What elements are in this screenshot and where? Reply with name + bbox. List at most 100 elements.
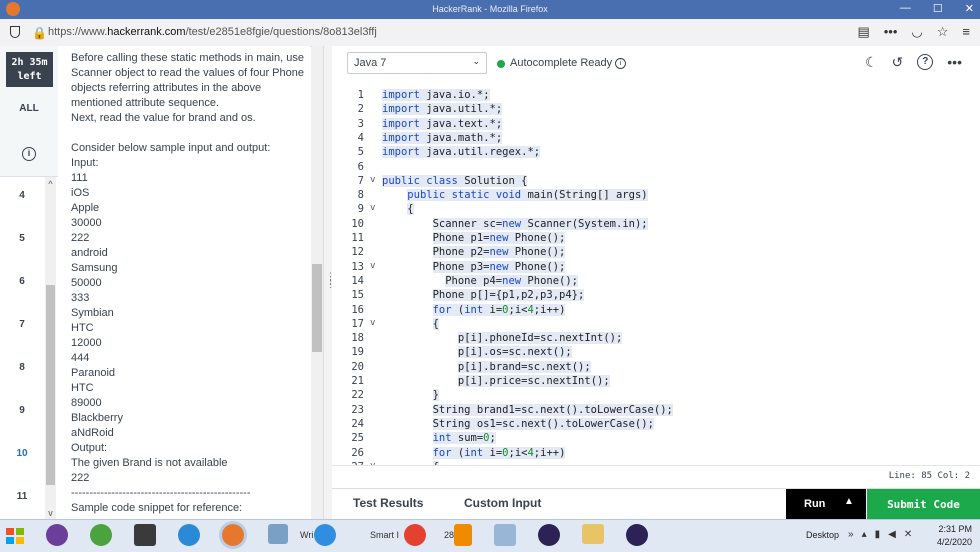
theme-moon-icon[interactable]: ☾ bbox=[865, 54, 878, 71]
file-explorer-icon[interactable] bbox=[582, 524, 604, 544]
eclipse-icon[interactable] bbox=[538, 524, 560, 546]
scroll-up-icon[interactable]: ^ bbox=[45, 179, 56, 189]
time-left: 2h 35m left bbox=[6, 52, 53, 87]
maximize-button[interactable]: ☐ bbox=[933, 2, 943, 15]
snipping-tool-icon[interactable] bbox=[494, 524, 516, 546]
problem-line: 444 bbox=[71, 352, 90, 364]
menu-icon[interactable]: ≡ bbox=[962, 24, 970, 40]
scrollbar-thumb[interactable] bbox=[46, 285, 55, 485]
question-item[interactable]: 8 bbox=[0, 362, 44, 373]
network-icon[interactable]: ▮ bbox=[875, 529, 881, 540]
pane-resize-handle[interactable]: ⋮ ⋮ ⋮ bbox=[323, 46, 335, 519]
code-line[interactable]: 9v { bbox=[332, 203, 980, 217]
code-line[interactable]: 23 String brand1=sc.next().toLowerCase()… bbox=[332, 403, 980, 418]
more-icon[interactable]: ••• bbox=[884, 24, 898, 40]
code-editor[interactable]: 1 import java.io.*; 2 import java.util.*; 3 i… bbox=[332, 82, 980, 465]
start-orb-icon[interactable] bbox=[4, 526, 26, 546]
scroll-down-icon[interactable]: v bbox=[45, 508, 56, 518]
action-center-icon[interactable]: ✕ bbox=[904, 529, 912, 540]
utorrent-icon[interactable] bbox=[90, 524, 112, 546]
taskbar-smart-label[interactable]: Smart I bbox=[370, 530, 399, 540]
tray-expand-icon[interactable]: » bbox=[848, 529, 854, 540]
folder-icon[interactable] bbox=[268, 524, 288, 544]
code-line[interactable]: 13 v Phone p3=new Phone(); bbox=[332, 260, 980, 275]
problem-scrollbar[interactable] bbox=[311, 46, 323, 519]
eclipse-2-icon[interactable] bbox=[626, 524, 648, 546]
firefox-icon[interactable] bbox=[222, 524, 244, 546]
lock-icon[interactable]: 🔒 bbox=[32, 26, 47, 40]
sublime-text-icon[interactable] bbox=[134, 524, 156, 546]
minimize-button[interactable]: — bbox=[900, 2, 911, 15]
question-item[interactable]: 6 bbox=[0, 276, 44, 287]
question-item[interactable]: 7 bbox=[0, 319, 44, 330]
problem-scrollbar-thumb[interactable] bbox=[312, 264, 322, 352]
code-line[interactable]: 18 p[i].phoneId=sc.nextInt(); bbox=[332, 332, 980, 346]
question-item[interactable]: 9 bbox=[0, 405, 44, 416]
code-line[interactable]: 6 bbox=[332, 161, 980, 175]
reader-icon[interactable]: ▤ bbox=[857, 24, 869, 40]
internet-explorer-icon[interactable] bbox=[178, 524, 200, 546]
fold-chevron-icon[interactable]: v bbox=[370, 203, 375, 213]
close-window-button[interactable]: ✕ bbox=[965, 2, 974, 15]
code-token: Scanner bbox=[527, 217, 572, 230]
question-list-scrollbar[interactable]: ^ v bbox=[45, 177, 56, 520]
url-bar[interactable]: 🔒 https://www.hackerrank.com/test/e2851e… bbox=[0, 19, 980, 47]
vlc-icon[interactable] bbox=[454, 524, 472, 546]
reset-history-icon[interactable]: ↺ bbox=[892, 54, 904, 71]
question-item[interactable]: 11 bbox=[0, 491, 44, 502]
code-line[interactable]: 26 for (int i=0;i<4;i++) bbox=[332, 446, 980, 461]
run-button[interactable]: Run ▲ bbox=[786, 489, 866, 520]
sync-icon[interactable] bbox=[314, 524, 336, 546]
language-select[interactable]: Java 7 ⌄ bbox=[347, 52, 487, 74]
code-line[interactable]: 14 Phone p4=new Phone(); bbox=[332, 274, 980, 289]
chevron-up-icon[interactable]: ▲ bbox=[844, 496, 854, 507]
code-line[interactable]: 22 } bbox=[332, 389, 980, 403]
bookmark-star-icon[interactable]: ☆ bbox=[937, 24, 949, 40]
code-line[interactable]: 19 p[i].os=sc.next(); bbox=[332, 346, 980, 360]
submit-code-button[interactable]: Submit Code bbox=[867, 489, 980, 520]
code-line[interactable]: 1 import java.io.*; bbox=[332, 89, 980, 103]
code-line[interactable]: 25 int sum=0; bbox=[332, 432, 980, 446]
url-text[interactable]: https://www.hackerrank.com/test/e2851e8f… bbox=[48, 26, 377, 38]
tab-test-results[interactable]: Test Results bbox=[353, 496, 423, 510]
code-line[interactable]: 12 Phone p2=new Phone(); bbox=[332, 246, 980, 260]
taskbar-count-label[interactable]: 28 bbox=[444, 530, 454, 540]
pocket-icon[interactable]: ◡ bbox=[911, 24, 922, 40]
code-line[interactable]: 16 for (int i=0;i<4;i++) bbox=[332, 303, 980, 318]
code-line[interactable]: 24 String os1=sc.next().toLowerCase(); bbox=[332, 417, 980, 432]
help-icon[interactable]: ? bbox=[917, 54, 934, 70]
code-line[interactable]: 7 v public class Solution { bbox=[332, 174, 980, 189]
taskbar-wri-label[interactable]: Wri bbox=[300, 530, 313, 540]
code-line[interactable]: 17 v { bbox=[332, 317, 980, 332]
chrome-icon[interactable] bbox=[404, 524, 426, 546]
code-line[interactable]: 3 import java.text.*; bbox=[332, 117, 980, 132]
fold-chevron-icon[interactable]: v bbox=[370, 318, 375, 328]
info-icon[interactable]: i bbox=[22, 147, 36, 161]
code-line[interactable]: 10 Scanner sc=new Scanner(System.in); bbox=[332, 217, 980, 232]
fold-chevron-icon[interactable]: v bbox=[370, 175, 375, 185]
tab-custom-input[interactable]: Custom Input bbox=[464, 496, 541, 510]
fold-chevron-icon[interactable]: v bbox=[370, 261, 375, 271]
all-questions-button[interactable]: ALL bbox=[0, 94, 58, 124]
code-line[interactable]: 11 Phone p1=new Phone(); bbox=[332, 232, 980, 246]
volume-icon[interactable]: ◀ bbox=[888, 529, 896, 540]
question-item-current[interactable]: 10 bbox=[0, 448, 44, 459]
question-item[interactable]: 5 bbox=[0, 233, 44, 244]
code-line[interactable]: 15 Phone p[]={p1,p2,p3,p4}; bbox=[332, 289, 980, 303]
tray-chevron-icon[interactable]: ▴ bbox=[862, 529, 867, 540]
clock[interactable]: 2:31 PM 4/2/2020 bbox=[937, 523, 972, 549]
autocomplete-toggle[interactable]: Autocomplete Ready i bbox=[510, 57, 627, 69]
tor-browser-icon[interactable] bbox=[46, 524, 68, 546]
autocomplete-info-icon[interactable]: i bbox=[615, 57, 627, 69]
code-line[interactable]: 21 p[i].price=sc.nextInt(); bbox=[332, 375, 980, 389]
editor-settings-icon[interactable]: ••• bbox=[947, 54, 962, 71]
code-line[interactable]: 2 import java.util.*; bbox=[332, 103, 980, 117]
code-line[interactable]: 20 p[i].brand=sc.next(); bbox=[332, 360, 980, 375]
code-line[interactable]: 4 import java.math.*; bbox=[332, 131, 980, 146]
shield-icon[interactable] bbox=[10, 26, 20, 38]
desktop-toolbar[interactable]: Desktop bbox=[806, 530, 839, 540]
code-line[interactable]: 8 public static void main(String[] args) bbox=[332, 189, 980, 203]
question-item[interactable]: 4 bbox=[0, 190, 44, 201]
code-line[interactable]: 5 import java.util.regex.*; bbox=[332, 146, 980, 160]
